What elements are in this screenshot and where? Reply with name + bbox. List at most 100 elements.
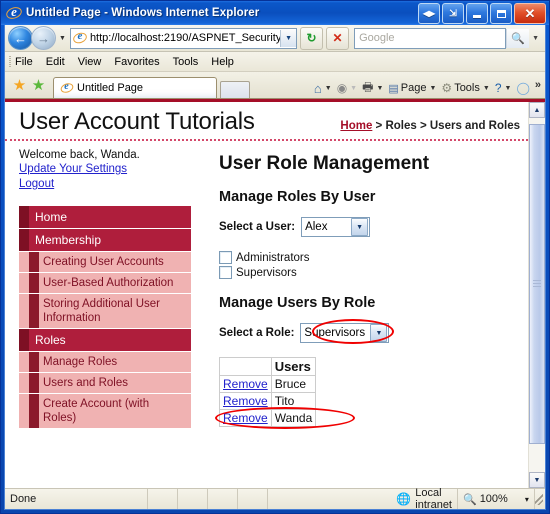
zoom-control[interactable]: 🔍 100% ▾	[458, 489, 535, 509]
minimize-button[interactable]	[466, 3, 488, 24]
section-heading-manage-roles-by-user: Manage Roles By User	[219, 189, 376, 205]
page-viewport: User Account Tutorials Home > Roles > Us…	[5, 99, 545, 488]
tab-label: Untitled Page	[77, 82, 144, 94]
restore-group-button[interactable]: ◀▶	[418, 3, 440, 24]
zoom-level: 100%	[479, 493, 508, 505]
sidebar: Welcome back, Wanda. Update Your Setting…	[5, 141, 205, 429]
menu-item-help[interactable]: Help	[211, 56, 234, 68]
url-text: http://localhost:2190/ASPNET_Security_Tu	[89, 32, 281, 44]
menu-item-edit[interactable]: Edit	[46, 56, 65, 68]
tab-bar: ★ ★ e Untitled Page ⌂ ▼ ◉ ▼ 🖶 ▼ ▤ Page ▼…	[5, 72, 545, 99]
chevron-down-icon[interactable]: ▼	[351, 218, 369, 236]
address-bar: ← → ▼ e http://localhost:2190/ASPNET_Sec…	[5, 25, 545, 52]
table-cell-action: Remove	[219, 392, 272, 410]
search-go-icon[interactable]: 🔍	[506, 28, 530, 48]
close-button[interactable]: ✕	[514, 3, 546, 24]
security-zone[interactable]: 🌐 Local intranet	[268, 487, 458, 511]
scroll-up-button[interactable]: ▲	[529, 102, 545, 118]
sidebar-item-users-and-roles[interactable]: Users and Roles	[19, 373, 191, 394]
page-scrollbar[interactable]: ▲ ▼	[528, 102, 545, 488]
users-table: Users Remove Bruce Remove Tito Remove Wa…	[219, 357, 317, 427]
chevron-down-icon[interactable]: ▼	[370, 324, 388, 342]
page-header: User Account Tutorials Home > Roles > Us…	[5, 102, 528, 141]
page-favicon-icon: e	[71, 31, 89, 46]
sidebar-item-storing-additional-user-information[interactable]: Storing Additional User Information	[19, 294, 191, 329]
checkbox-supervisors[interactable]	[219, 266, 232, 279]
sidebar-item-user-based-authorization[interactable]: User-Based Authorization	[19, 273, 191, 294]
scrollbar-thumb[interactable]	[529, 124, 545, 444]
add-favorite-icon[interactable]: ★	[30, 77, 47, 94]
history-dropdown-icon[interactable]: ▼	[59, 35, 66, 42]
status-segment	[148, 489, 179, 509]
url-dropdown-icon[interactable]: ▼	[280, 29, 297, 47]
sidebar-item-roles[interactable]: Roles	[19, 329, 191, 352]
security-zone-label: Local intranet	[415, 487, 452, 511]
page-body: Welcome back, Wanda. Update Your Setting…	[5, 141, 528, 429]
rss-icon[interactable]: ◉ ▼	[335, 78, 359, 98]
update-settings-link[interactable]: Update Your Settings	[19, 162, 205, 177]
status-text: Done	[5, 489, 149, 509]
user-dropdown-value: Alex	[305, 221, 328, 233]
remove-link-tito[interactable]: Remove	[223, 394, 268, 408]
window-title: Untitled Page - Windows Internet Explore…	[26, 7, 260, 19]
remove-link-bruce[interactable]: Remove	[223, 377, 268, 391]
status-segment	[178, 489, 209, 509]
forward-button[interactable]: →	[31, 26, 56, 50]
status-segment	[238, 489, 269, 509]
zoom-dropdown-icon[interactable]: ▾	[525, 495, 529, 504]
sidebar-item-creating-user-accounts[interactable]: Creating User Accounts	[19, 252, 191, 273]
search-placeholder: Google	[359, 32, 395, 44]
select-role-row: Select a Role: Supervisors ▼	[219, 319, 518, 344]
back-button[interactable]: ←	[8, 26, 33, 50]
logout-link[interactable]: Logout	[19, 177, 205, 192]
tab-untitled-page[interactable]: e Untitled Page	[53, 77, 217, 98]
refresh-button[interactable]: ↻	[300, 26, 324, 50]
title-bar: e Untitled Page - Windows Internet Explo…	[1, 1, 549, 25]
remove-link-wanda[interactable]: Remove	[223, 411, 268, 425]
user-dropdown[interactable]: Alex ▼	[301, 217, 371, 237]
page-menu-button[interactable]: ▤ Page ▼	[386, 78, 438, 98]
page-title: User Role Management	[219, 153, 430, 174]
tools-menu-button[interactable]: ⚙ Tools ▼	[439, 78, 491, 98]
checkbox-row-supervisors[interactable]: Supervisors	[219, 266, 518, 279]
resize-grip-icon[interactable]	[534, 493, 543, 505]
table-row: Remove Wanda	[219, 409, 317, 427]
menu-item-tools[interactable]: Tools	[173, 56, 199, 68]
url-input[interactable]: e http://localhost:2190/ASPNET_Security_…	[69, 27, 298, 49]
sidebar-item-home[interactable]: Home	[19, 206, 191, 229]
sidebar-item-manage-roles[interactable]: Manage Roles	[19, 352, 191, 373]
role-dropdown-value: Supervisors	[304, 327, 366, 339]
status-segment	[208, 489, 239, 509]
sidebar-item-create-account-with-roles[interactable]: Create Account (with Roles)	[19, 394, 191, 429]
breadcrumb-home-link[interactable]: Home	[340, 120, 372, 132]
table-cell-action: Remove	[219, 375, 272, 393]
table-header-users: Users	[270, 357, 317, 376]
messenger-circle-icon[interactable]: ◯	[514, 78, 531, 98]
command-bar: ⌂ ▼ ◉ ▼ 🖶 ▼ ▤ Page ▼ ⚙ Tools ▼ ? ▼ ◯ »	[312, 78, 545, 98]
favorites-star-icon[interactable]: ★	[11, 77, 28, 94]
checkbox-row-administrators[interactable]: Administrators	[219, 251, 518, 264]
checkbox-administrators[interactable]	[219, 251, 232, 264]
menu-item-file[interactable]: File	[15, 56, 33, 68]
home-icon[interactable]: ⌂ ▼	[312, 78, 334, 98]
stop-button[interactable]: ✕	[326, 26, 350, 50]
search-input[interactable]: Google	[354, 27, 507, 49]
role-dropdown[interactable]: Supervisors ▼	[300, 323, 390, 343]
restore-window-button[interactable]: ⇲	[442, 3, 464, 24]
table-cell-user: Bruce	[270, 375, 317, 393]
scroll-down-button[interactable]: ▼	[529, 472, 545, 488]
toolbar-overflow-icon[interactable]: »	[535, 78, 541, 91]
maximize-button[interactable]	[490, 3, 512, 24]
select-role-label: Select a Role:	[219, 327, 295, 339]
new-tab-button[interactable]	[220, 81, 250, 98]
menu-item-view[interactable]: View	[78, 56, 102, 68]
zoom-in-icon: 🔍	[462, 493, 477, 506]
menu-item-favorites[interactable]: Favorites	[114, 56, 159, 68]
sidebar-nav: Home Membership Creating User Accounts U…	[19, 206, 191, 429]
help-icon[interactable]: ? ▼	[493, 78, 514, 98]
scrollbar-track[interactable]	[529, 118, 545, 472]
table-header-action	[219, 357, 272, 376]
sidebar-item-membership[interactable]: Membership	[19, 229, 191, 252]
print-icon[interactable]: 🖶 ▼	[360, 78, 385, 98]
search-provider-dropdown-icon[interactable]: ▼	[529, 35, 542, 42]
